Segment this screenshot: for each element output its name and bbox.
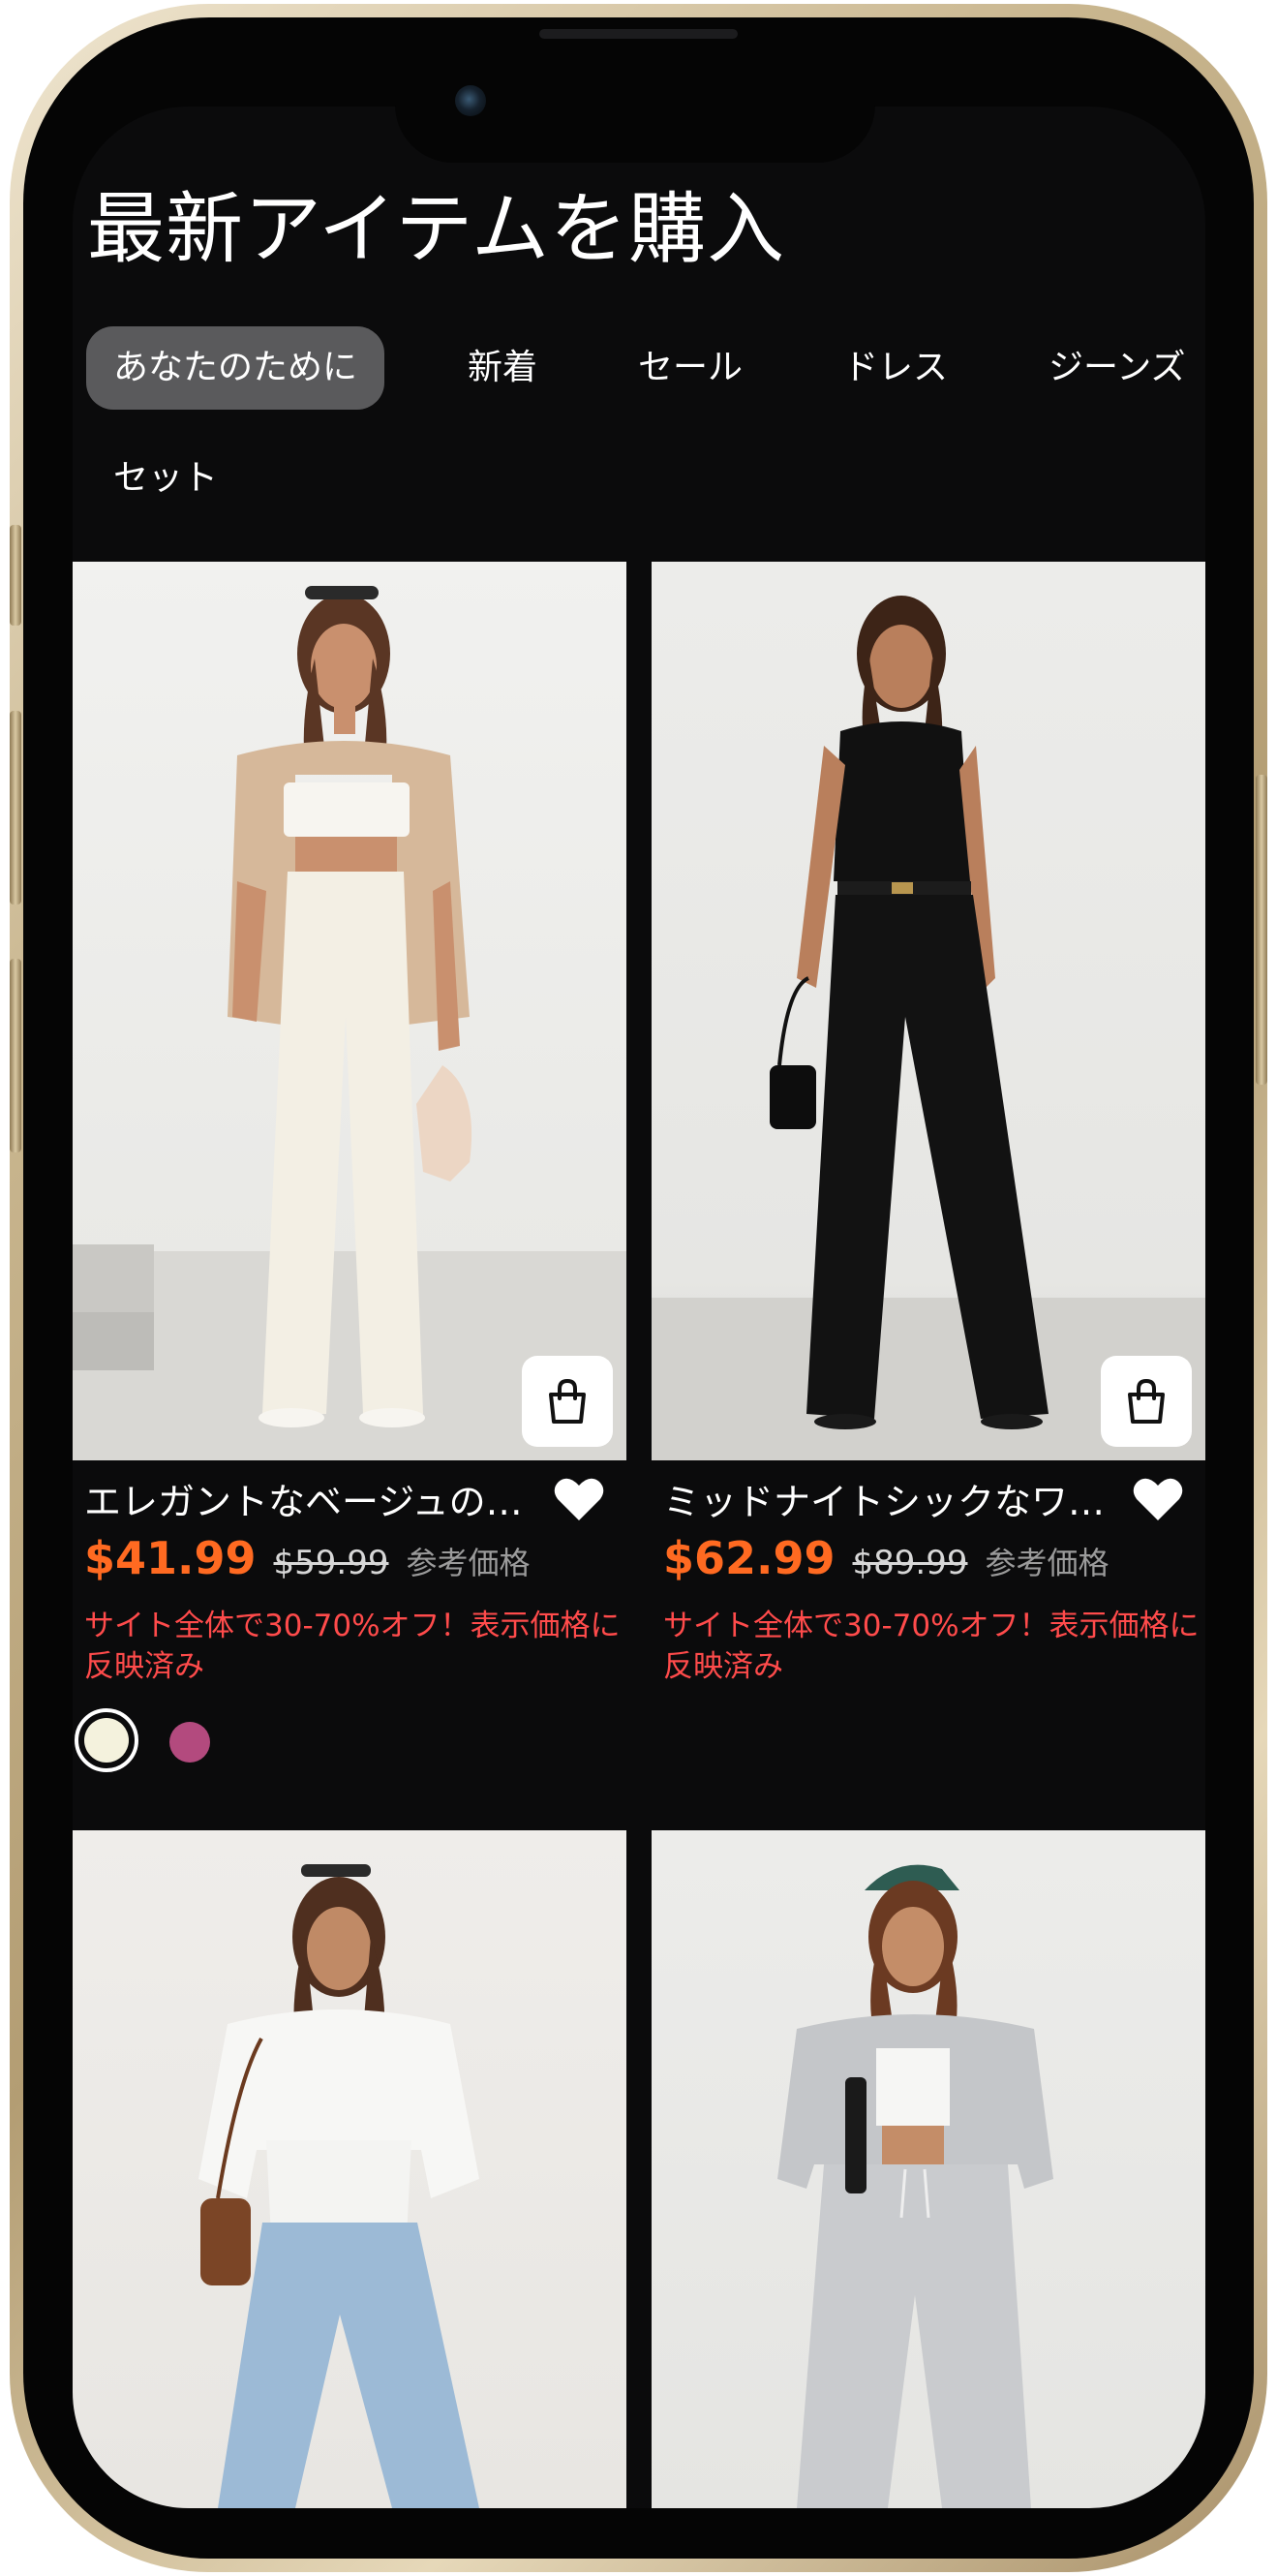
earpiece-speaker (539, 29, 738, 39)
product-card[interactable]: エレガントなベージュの… $41.99 $59.99 参考価格 サイト全体で30-7… (73, 562, 626, 1821)
product-card[interactable]: ミッドナイトシックなワ… $62.99 $89.99 参考価格 サイト全体で30-7… (652, 562, 1205, 1821)
original-price: $59.99 (273, 1544, 389, 1582)
tab-for-you[interactable]: あなたのために (86, 326, 385, 410)
front-camera (455, 85, 486, 116)
promo-text: サイト全体で30-70%オフ！表示価格に反映済み (663, 1609, 1200, 1684)
sale-price: $41.99 (84, 1532, 257, 1584)
app-screen: 最新アイテムを購入 あなたのために 新着 セール ドレス ジーンズ セット エレ… (73, 107, 1205, 2508)
add-to-bag-button[interactable] (1101, 1356, 1192, 1447)
product-image[interactable] (652, 1830, 1205, 2508)
heart-icon[interactable] (553, 1476, 605, 1522)
tab-new-arrivals[interactable]: 新着 (441, 326, 564, 410)
reference-price-label: 参考価格 (985, 1545, 1110, 1581)
model-grey-set-illustration (777, 1864, 1053, 2508)
page-title: 最新アイテムを購入 (87, 184, 785, 274)
silent-switch (10, 525, 21, 626)
product-name[interactable]: エレガントなベージュの… (84, 1472, 530, 1525)
add-to-bag-button[interactable] (522, 1356, 613, 1447)
heart-icon[interactable] (1132, 1476, 1184, 1522)
color-swatch-cream (84, 1718, 129, 1763)
product-card[interactable] (73, 1830, 626, 2508)
product-name[interactable]: ミッドナイトシックなワ… (663, 1472, 1109, 1525)
model-black-outfit-illustration (652, 596, 1205, 1460)
product-card[interactable] (652, 1830, 1205, 2508)
product-image[interactable] (73, 562, 626, 1460)
shopping-bag-icon (549, 1378, 586, 1424)
tab-dresses[interactable]: ドレス (816, 326, 975, 410)
model-white-shirt-jeans-illustration (198, 1864, 479, 2508)
product-image[interactable] (73, 1830, 626, 2508)
original-price: $89.99 (852, 1544, 968, 1582)
sale-price: $62.99 (663, 1532, 836, 1584)
price-row: $41.99 $59.99 参考価格 (84, 1532, 531, 1584)
volume-down-button (10, 959, 21, 1152)
reference-price-label: 参考価格 (406, 1545, 531, 1581)
volume-up-button (10, 711, 21, 905)
price-row: $62.99 $89.99 参考価格 (663, 1532, 1110, 1584)
color-swatch-selected[interactable] (75, 1708, 138, 1772)
tab-sets[interactable]: セット (86, 437, 245, 520)
promo-text: サイト全体で30-70%オフ！表示価格に反映済み (84, 1609, 621, 1684)
tab-jeans[interactable]: ジーンズ (1021, 326, 1205, 410)
shopping-bag-icon (1128, 1378, 1165, 1424)
product-image[interactable] (652, 562, 1205, 1460)
color-swatch-magenta[interactable] (169, 1722, 210, 1763)
power-button (1256, 775, 1267, 1085)
tab-sale[interactable]: セール (611, 326, 770, 410)
model-beige-outfit-illustration (73, 586, 626, 1460)
